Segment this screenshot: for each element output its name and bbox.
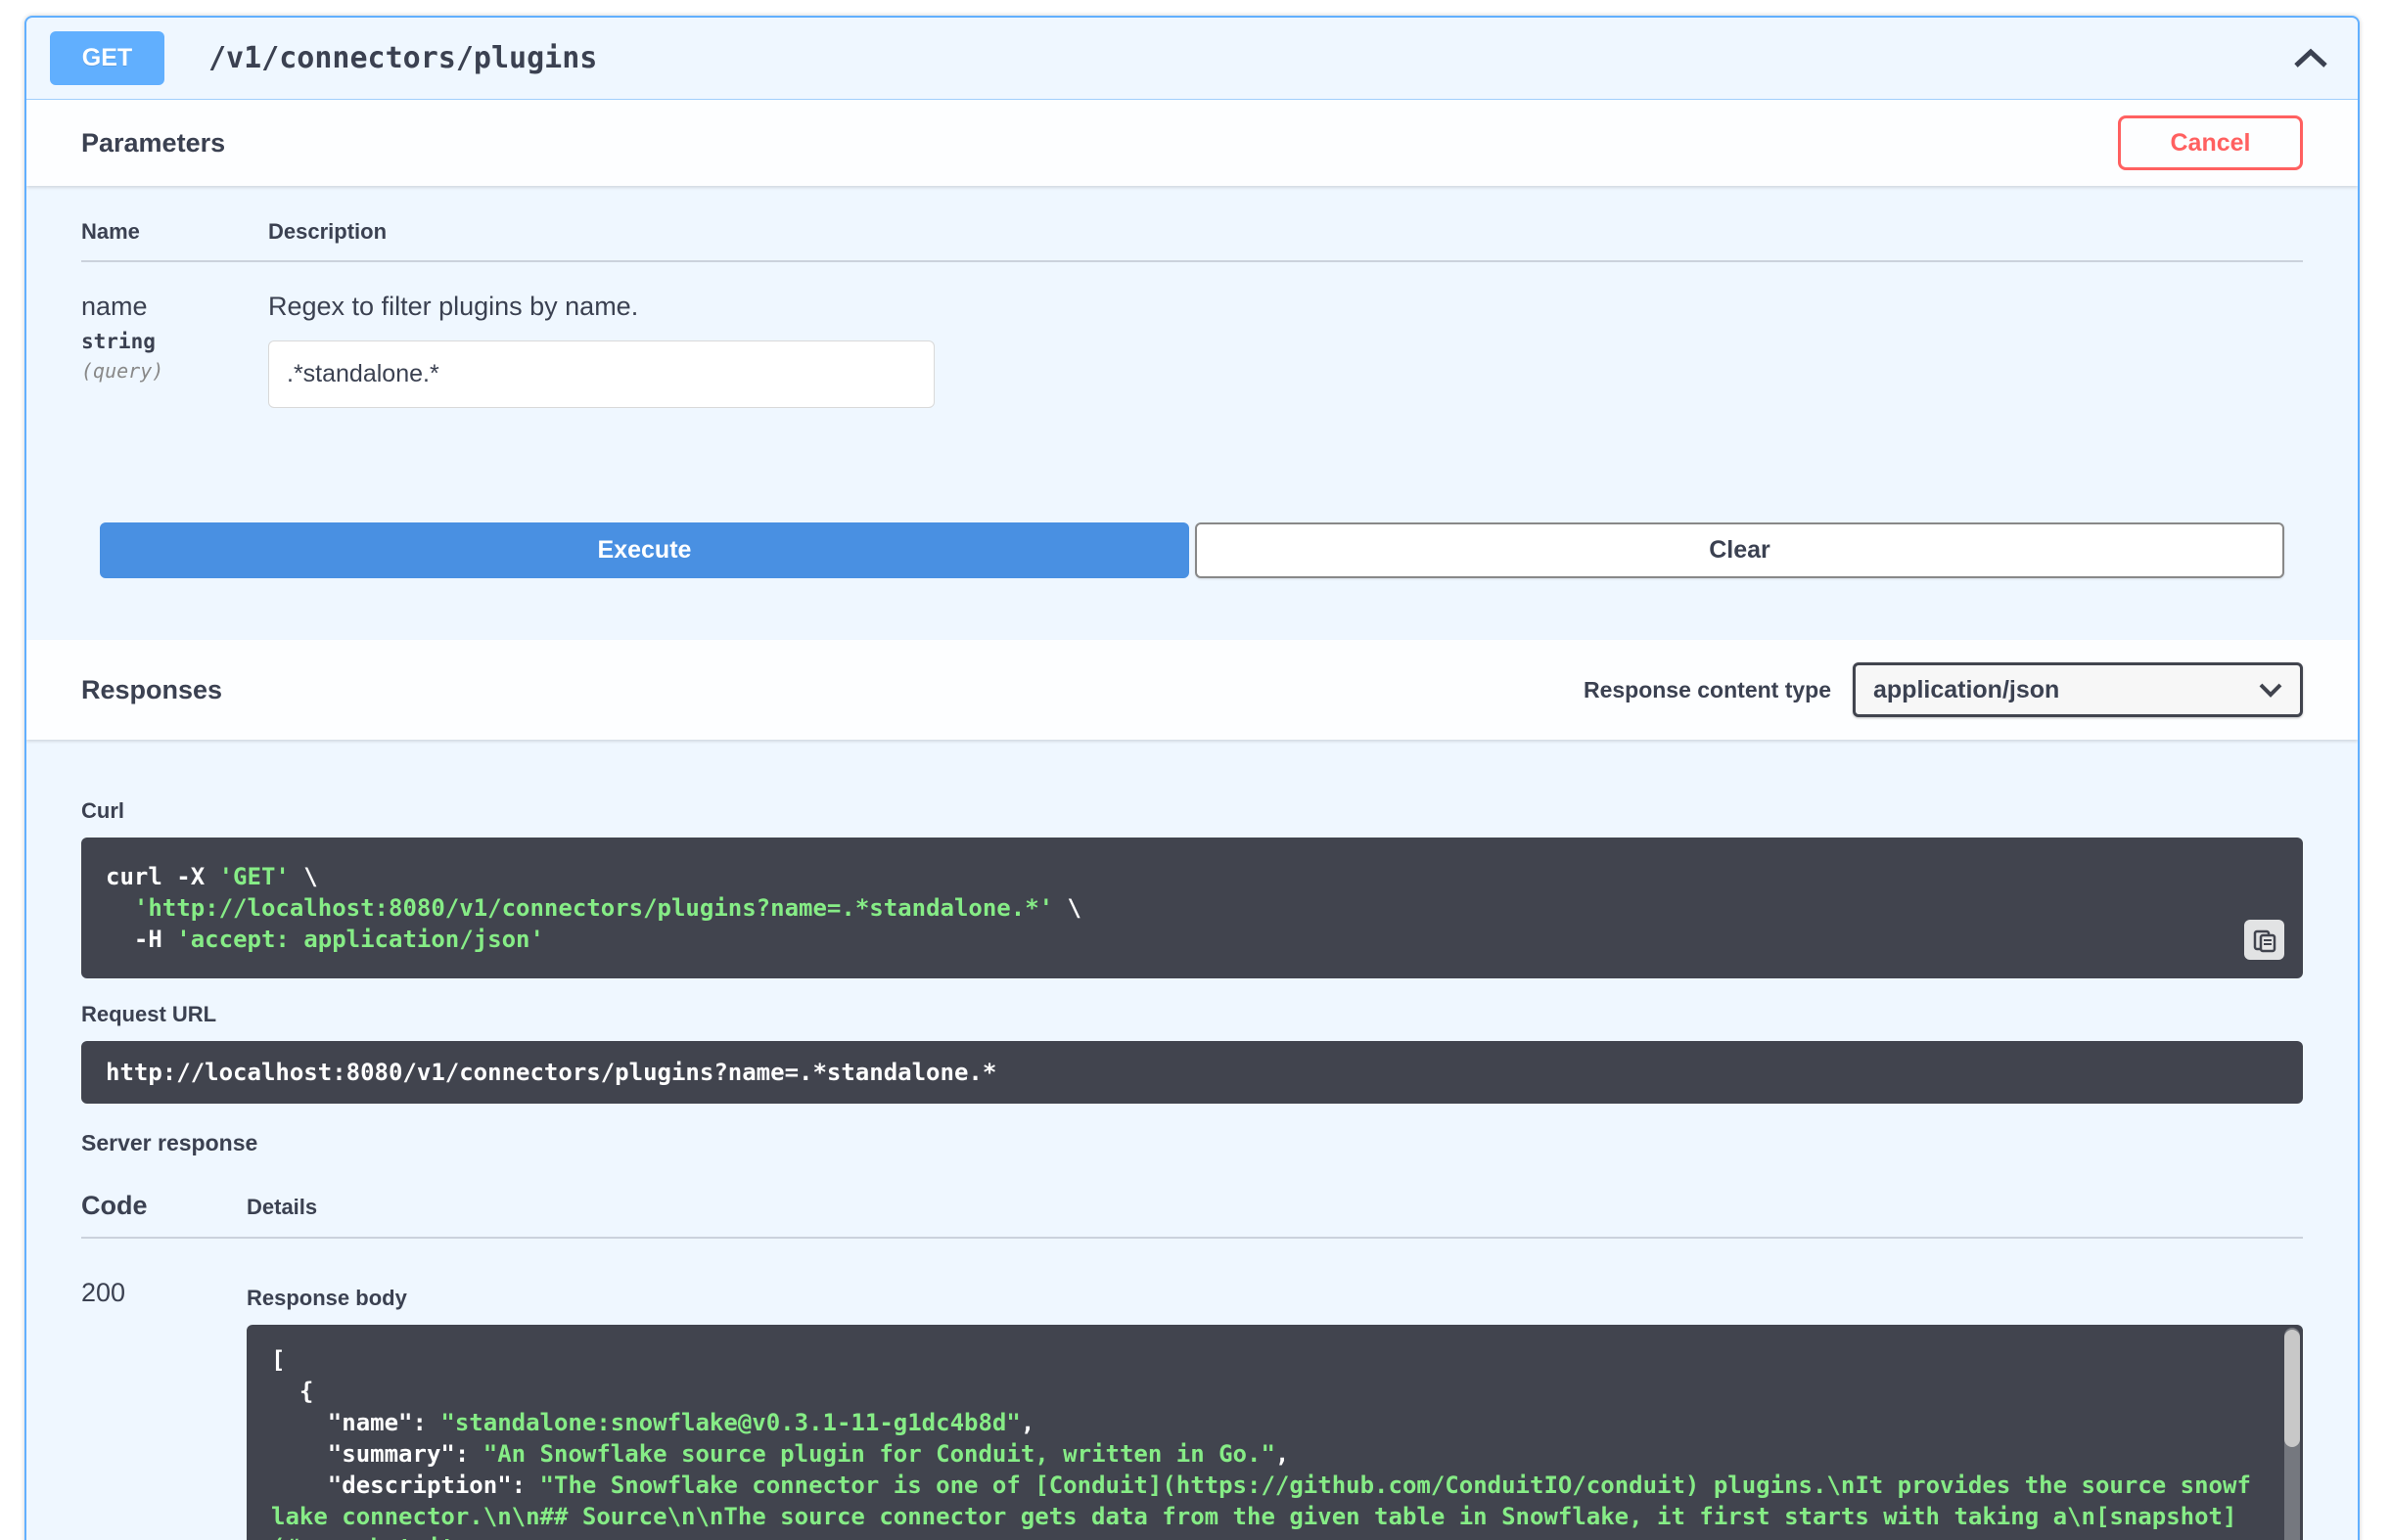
request-url-block: http://localhost:8080/v1/connectors/plug… <box>81 1041 2303 1104</box>
method-badge: GET <box>50 31 164 85</box>
collapse-button[interactable] <box>2287 42 2334 75</box>
content-type-group: Response content type application/json <box>1584 662 2303 717</box>
parameters-table-header: Name Description <box>81 186 2303 262</box>
parameter-description-cell: Regex to filter plugins by name. <box>268 292 2303 408</box>
response-details-cell: Response body [ { "name": "standalone:sn… <box>247 1272 2303 1540</box>
request-url-value: http://localhost:8080/v1/connectors/plug… <box>106 1057 2278 1088</box>
chevron-down-icon <box>2259 683 2282 698</box>
scrollbar-thumb[interactable] <box>2284 1330 2300 1447</box>
server-response-table-header: Code Details <box>81 1191 2303 1239</box>
server-response-row: 200 Response body [ { "name": "standalon… <box>81 1239 2303 1540</box>
parameter-type: string <box>81 330 268 353</box>
responses-body: Curl curl -X 'GET' \ 'http://localhost:8… <box>26 740 2358 1540</box>
parameters-header: Parameters Cancel <box>26 100 2358 186</box>
column-header-details: Details <box>247 1195 2303 1220</box>
swagger-page: GET /v1/connectors/plugins Parameters Ca… <box>0 16 2390 1540</box>
param-name-input[interactable] <box>268 340 935 408</box>
response-body-block: [ { "name": "standalone:snowflake@v0.3.1… <box>247 1325 2303 1540</box>
clipboard-icon <box>2253 928 2276 953</box>
parameter-location: (query) <box>81 359 268 383</box>
curl-command-block: curl -X 'GET' \ 'http://localhost:8080/v… <box>81 838 2303 978</box>
parameter-name-cell: name string (query) <box>81 292 268 383</box>
parameter-name: name <box>81 292 268 322</box>
response-body: [ { "name": "standalone:snowflake@v0.3.1… <box>271 1344 2259 1540</box>
parameters-title: Parameters <box>81 128 225 159</box>
status-code: 200 <box>81 1272 247 1308</box>
clear-button[interactable]: Clear <box>1195 522 2284 578</box>
request-url-label: Request URL <box>81 1002 2303 1027</box>
column-header-name: Name <box>81 219 268 245</box>
execute-button[interactable]: Execute <box>100 522 1189 578</box>
parameters-body: Name Description name string (query) Reg… <box>26 186 2358 640</box>
response-body-label: Response body <box>247 1286 2303 1311</box>
cancel-button[interactable]: Cancel <box>2118 115 2303 170</box>
opblock-summary[interactable]: GET /v1/connectors/plugins <box>26 18 2358 100</box>
column-header-description: Description <box>268 219 2303 245</box>
response-body-scrollbar[interactable] <box>2284 1328 2300 1540</box>
responses-header: Responses Response content type applicat… <box>26 640 2358 740</box>
curl-label: Curl <box>81 798 2303 824</box>
parameter-description: Regex to filter plugins by name. <box>268 292 2303 322</box>
opblock-get: GET /v1/connectors/plugins Parameters Ca… <box>24 16 2360 1540</box>
selected-content-type: application/json <box>1873 676 2059 704</box>
response-content-type-select[interactable]: application/json <box>1853 662 2303 717</box>
execute-row: Execute Clear <box>100 522 2284 578</box>
column-header-code: Code <box>81 1191 247 1221</box>
response-content-type-label: Response content type <box>1584 677 1831 703</box>
chevron-up-icon <box>2293 48 2328 69</box>
parameter-row: name string (query) Regex to filter plug… <box>81 262 2303 408</box>
endpoint-path: /v1/connectors/plugins <box>208 41 597 75</box>
curl-command: curl -X 'GET' \ 'http://localhost:8080/v… <box>106 861 2278 955</box>
server-response-label: Server response <box>81 1130 2303 1156</box>
copy-button[interactable] <box>2244 920 2284 960</box>
responses-title: Responses <box>81 675 222 705</box>
